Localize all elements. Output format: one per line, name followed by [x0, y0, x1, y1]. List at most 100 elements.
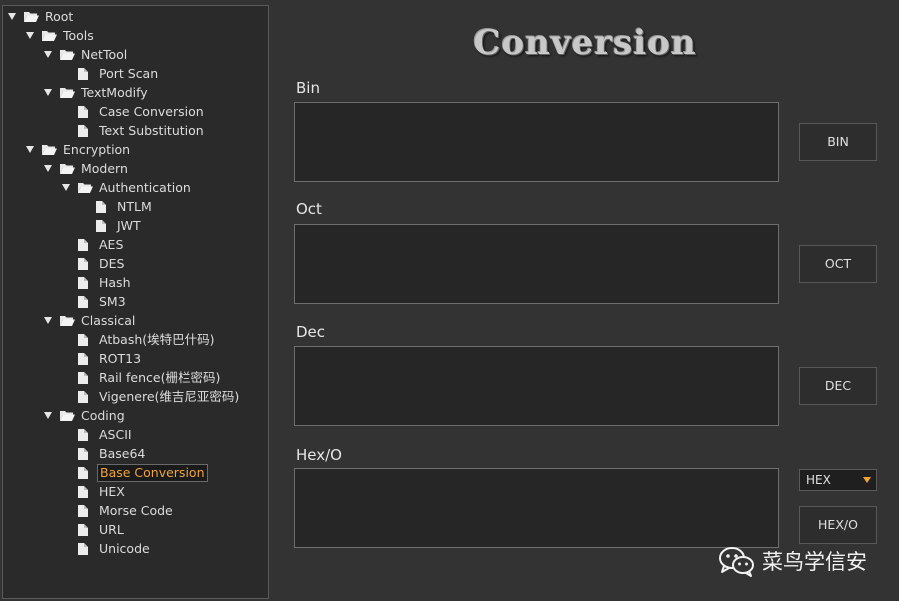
folder-open-icon — [59, 409, 75, 423]
watermark-text: 菜鸟学信安 — [762, 550, 867, 574]
tree-item[interactable]: AES — [61, 235, 125, 254]
file-icon — [77, 352, 93, 366]
tree-label: NetTool — [81, 47, 128, 62]
expand-arrow-icon[interactable] — [43, 83, 53, 102]
tree-item[interactable]: DES — [61, 254, 126, 273]
tree-label: ASCII — [99, 427, 132, 442]
bin-input[interactable] — [294, 102, 779, 182]
folder-open-icon — [77, 181, 93, 195]
file-icon — [77, 67, 93, 81]
folder-open-icon — [59, 86, 75, 100]
expand-arrow-icon[interactable] — [43, 311, 53, 330]
folder-open-icon — [41, 29, 57, 43]
tree-item[interactable]: Text Substitution — [61, 121, 206, 140]
dec-input[interactable] — [294, 346, 779, 426]
tree-item[interactable]: Vigenere(维吉尼亚密码) — [61, 387, 241, 406]
hex-mode-select[interactable]: HEX — [799, 469, 877, 491]
tree-item[interactable]: Base64 — [61, 444, 147, 463]
folder-open-icon — [23, 10, 39, 24]
hex-button[interactable]: HEX/O — [799, 506, 877, 544]
tree-folder[interactable]: NetTool — [43, 45, 129, 64]
tree-label: Authentication — [99, 180, 191, 195]
tree-item[interactable]: ASCII — [61, 425, 134, 444]
tree-label: Base64 — [99, 446, 146, 461]
oct-button[interactable]: OCT — [799, 245, 877, 283]
tree-label: SM3 — [99, 294, 126, 309]
tree-folder[interactable]: Classical — [43, 311, 137, 330]
expand-arrow-icon[interactable] — [43, 45, 53, 64]
navigation-tree[interactable]: Root Tools NetTool Port Scan TextModify Case … — [2, 5, 269, 599]
tree-label: Classical — [81, 313, 136, 328]
tree-item[interactable]: Hash — [61, 273, 133, 292]
tree-folder[interactable]: Modern — [43, 159, 130, 178]
tree-item[interactable]: NTLM — [79, 197, 154, 216]
tree-item[interactable]: Case Conversion — [61, 102, 206, 121]
file-icon — [77, 466, 93, 480]
expand-arrow-icon[interactable] — [43, 406, 53, 425]
tree-item[interactable]: Atbash(埃特巴什码) — [61, 330, 217, 349]
tree-label: Tools — [63, 28, 94, 43]
tree-label: JWT — [117, 218, 141, 233]
file-icon — [77, 257, 93, 271]
tree-folder[interactable]: Coding — [43, 406, 127, 425]
tree-label: Text Substitution — [99, 123, 204, 138]
tree-item[interactable]: Base Conversion — [61, 463, 208, 482]
tree-label: Root — [45, 9, 74, 24]
watermark: 菜鸟学信安 — [718, 544, 867, 578]
file-icon — [77, 390, 93, 404]
hex-label: Hex/O — [296, 446, 342, 464]
tree-label: Atbash(埃特巴什码) — [99, 332, 215, 347]
expand-arrow-icon[interactable] — [7, 7, 17, 26]
dec-button[interactable]: DEC — [799, 367, 877, 405]
hex-input[interactable] — [294, 468, 779, 548]
tree-folder[interactable]: Authentication — [61, 178, 193, 197]
page-title: Conversion — [473, 23, 697, 63]
tree-item[interactable]: JWT — [79, 216, 143, 235]
tree-item[interactable]: Port Scan — [61, 64, 160, 83]
expand-arrow-icon[interactable] — [43, 159, 53, 178]
folder-open-icon — [59, 162, 75, 176]
file-icon — [77, 371, 93, 385]
tree-label: Base Conversion — [97, 463, 208, 482]
file-icon — [95, 200, 111, 214]
folder-open-icon — [59, 48, 75, 62]
expand-arrow-icon[interactable] — [25, 140, 35, 159]
file-icon — [77, 485, 93, 499]
tree-label: Vigenere(维吉尼亚密码) — [99, 389, 240, 404]
wechat-icon — [719, 547, 754, 577]
tree-label: ROT13 — [99, 351, 142, 366]
tree-folder[interactable]: Tools — [25, 26, 96, 45]
tree-folder[interactable]: Encryption — [25, 140, 132, 159]
tree-folder[interactable]: Root — [7, 7, 75, 26]
tree-item[interactable]: SM3 — [61, 292, 128, 311]
tree-item[interactable]: URL — [61, 520, 126, 539]
expand-arrow-icon[interactable] — [61, 178, 71, 197]
file-icon — [95, 219, 111, 233]
tree-item[interactable]: ROT13 — [61, 349, 143, 368]
tree-item[interactable]: HEX — [61, 482, 127, 501]
tree-item[interactable]: Unicode — [61, 539, 152, 558]
dec-label: Dec — [296, 323, 326, 341]
file-icon — [77, 124, 93, 138]
tree-folder[interactable]: TextModify — [43, 83, 150, 102]
expand-arrow-icon[interactable] — [25, 26, 35, 45]
oct-input[interactable] — [294, 224, 779, 304]
bin-button[interactable]: BIN — [799, 123, 877, 161]
tree-item[interactable]: Morse Code — [61, 501, 175, 520]
tree-label: Unicode — [99, 541, 150, 556]
tree-item[interactable]: Rail fence(栅栏密码) — [61, 368, 222, 387]
file-icon — [77, 276, 93, 290]
